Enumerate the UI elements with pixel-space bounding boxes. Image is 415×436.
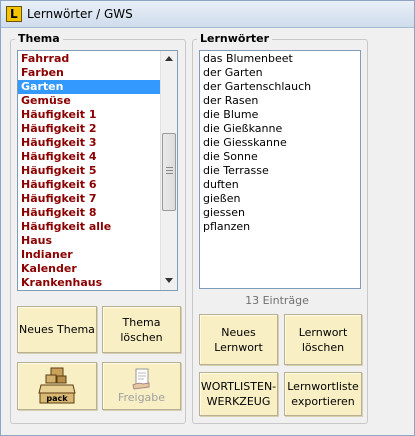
- export-wordlist-button[interactable]: Lernwortliste exportieren: [284, 372, 362, 416]
- window-title: Lernwörter / GWS: [27, 7, 133, 21]
- lernwort-list-item[interactable]: die Sonne: [200, 150, 360, 164]
- app-window: Lernwörter / GWS Thema FahrradFarbenGart…: [0, 0, 415, 436]
- delete-lernwort-label-line1: Lernwort: [298, 325, 348, 339]
- lernwort-list-item[interactable]: die Gießkanne: [200, 122, 360, 136]
- scroll-up-arrow-icon[interactable]: [161, 51, 177, 68]
- thema-list-item[interactable]: Fahrrad: [18, 52, 177, 66]
- delete-thema-label-line1: Thema: [122, 315, 161, 329]
- thema-list-scrollbar[interactable]: [160, 51, 177, 290]
- thema-list-item[interactable]: Häufigkeit 7: [18, 192, 177, 206]
- lernwort-list-item[interactable]: die Terrasse: [200, 164, 360, 178]
- lernwort-list-item[interactable]: duften: [200, 178, 360, 192]
- pack-label: pack: [46, 394, 68, 403]
- lernwort-list-item[interactable]: der Garten: [200, 66, 360, 80]
- thema-list-item[interactable]: Häufigkeit 8: [18, 206, 177, 220]
- release-button[interactable]: Freigabe: [102, 362, 181, 410]
- scroll-down-arrow-icon[interactable]: [161, 273, 177, 290]
- thema-list-item[interactable]: Kalender: [18, 262, 177, 276]
- thema-list-item[interactable]: Garten: [18, 80, 177, 94]
- thema-list-item[interactable]: Farben: [18, 66, 177, 80]
- wordlist-tools-label-line2: WERKZEUG: [206, 395, 271, 408]
- lernwort-list-item[interactable]: der Gartenschlauch: [200, 80, 360, 94]
- entry-count: 13 Einträge: [245, 294, 309, 307]
- lernwort-list-item[interactable]: pflanzen: [200, 220, 360, 234]
- thema-list-item[interactable]: Haus: [18, 234, 177, 248]
- title-bar[interactable]: Lernwörter / GWS: [1, 1, 414, 28]
- lernwort-list-item[interactable]: giessen: [200, 206, 360, 220]
- scroll-thumb[interactable]: [162, 133, 176, 211]
- wordlist-tools-label-line1: WORTLISTEN-: [200, 380, 277, 393]
- export-wordlist-label-line1: Lernwortliste: [287, 380, 359, 393]
- document-hand-icon: [131, 368, 149, 390]
- new-thema-label: Neues Thema: [19, 323, 95, 336]
- lernwort-list-item[interactable]: gießen: [200, 192, 360, 206]
- thema-list-item[interactable]: Häufigkeit 1: [18, 108, 177, 122]
- package-box-icon: pack: [38, 367, 76, 404]
- thema-list-item[interactable]: Häufigkeit 6: [18, 178, 177, 192]
- new-lernwort-button[interactable]: Neues Lernwort: [199, 314, 278, 365]
- lernwoerter-list[interactable]: das Blumenbeet der Garten der Gartenschlau…: [199, 50, 361, 289]
- delete-lernwort-label-line2: löschen: [301, 340, 345, 354]
- lernwort-list-item[interactable]: der Rasen: [200, 94, 360, 108]
- new-lernwort-label-line1: Neues: [221, 325, 256, 339]
- lernwoerter-group-title: Lernwörter: [197, 32, 273, 45]
- thema-list-item[interactable]: Indianer: [18, 248, 177, 262]
- lernwort-list-item[interactable]: die Blume: [200, 108, 360, 122]
- new-thema-button[interactable]: Neues Thema: [17, 306, 97, 353]
- wordlist-tools-button[interactable]: WORTLISTEN- WERKZEUG: [199, 372, 278, 416]
- thema-list-item[interactable]: Krankenhaus: [18, 276, 177, 290]
- thema-list-item[interactable]: Häufigkeit 4: [18, 150, 177, 164]
- release-label: Freigabe: [117, 390, 166, 404]
- thema-list-item[interactable]: Häufigkeit 2: [18, 122, 177, 136]
- thema-list-item[interactable]: Häufigkeit 3: [18, 136, 177, 150]
- thema-list-item[interactable]: Gemüse: [18, 94, 177, 108]
- delete-lernwort-button[interactable]: Lernwort löschen: [284, 314, 362, 365]
- delete-thema-label-line2: löschen: [120, 330, 163, 344]
- export-wordlist-label-line2: exportieren: [291, 395, 355, 408]
- delete-thema-button[interactable]: Thema löschen: [102, 306, 181, 353]
- thema-list-item[interactable]: Häufigkeit 5: [18, 164, 177, 178]
- thema-group-title: Thema: [15, 32, 63, 45]
- new-lernwort-label-line2: Lernwort: [214, 340, 263, 354]
- pack-button[interactable]: pack: [17, 362, 97, 410]
- lernwort-list-item[interactable]: das Blumenbeet: [200, 52, 360, 66]
- thema-list-item[interactable]: Häufigkeit alle: [18, 220, 177, 234]
- lernwort-list-item[interactable]: die Giesskanne: [200, 136, 360, 150]
- thema-list[interactable]: Fahrrad Farben Garten Gemüse Häufigkeit 1 Häu…: [17, 50, 178, 291]
- app-logo-icon: [6, 6, 22, 22]
